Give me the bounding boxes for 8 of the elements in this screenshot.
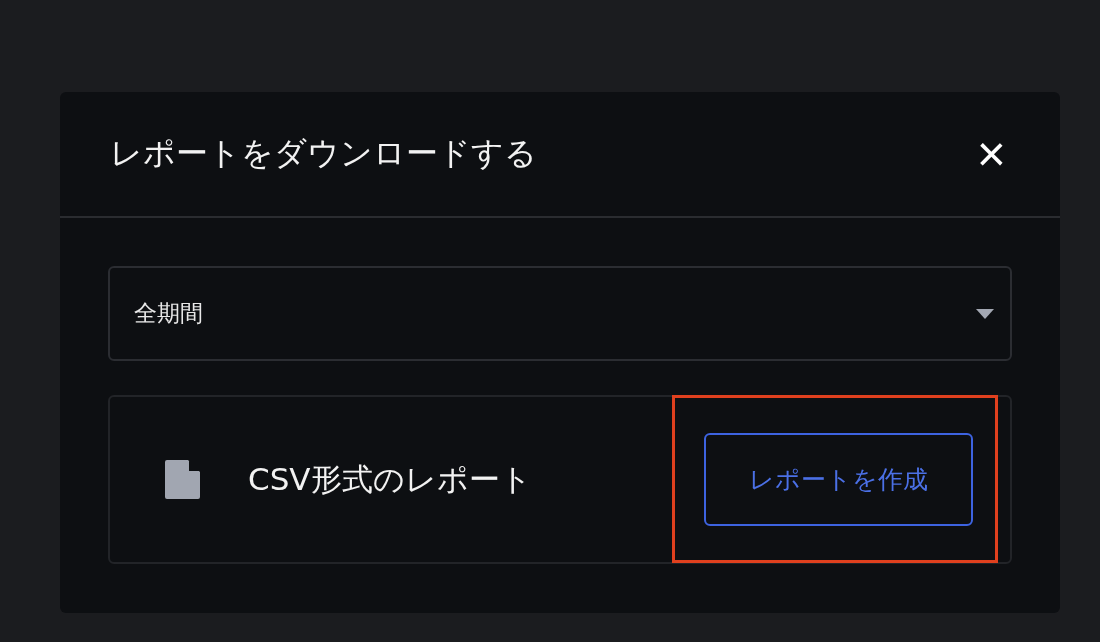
dialog-title: レポートをダウンロードする <box>110 133 537 174</box>
close-button[interactable]: × <box>972 129 1010 179</box>
report-label: CSV形式のレポート <box>248 459 533 499</box>
file-icon <box>165 460 200 499</box>
period-select[interactable]: 全期間 <box>108 266 1012 361</box>
create-report-button[interactable]: レポートを作成 <box>704 433 973 526</box>
select-value: 全期間 <box>134 299 203 328</box>
caret-icon <box>976 308 994 319</box>
